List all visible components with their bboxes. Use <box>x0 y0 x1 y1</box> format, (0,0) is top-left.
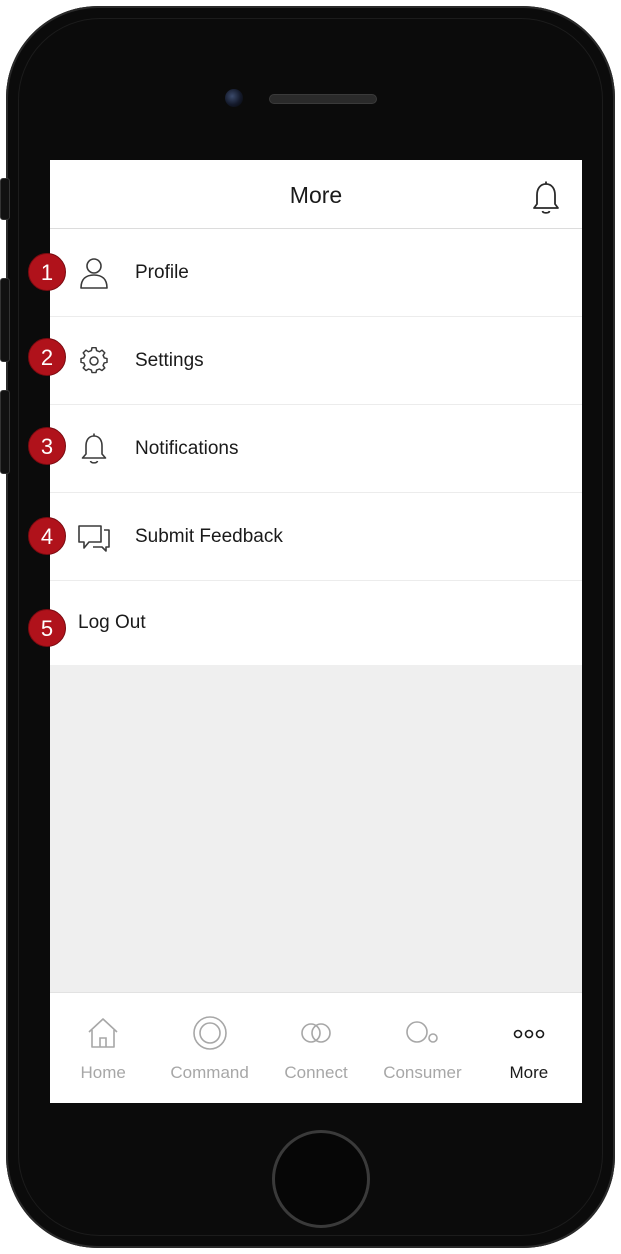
home-hardware-button[interactable] <box>272 1130 370 1228</box>
tab-command[interactable]: Command <box>156 993 262 1103</box>
tab-label: Command <box>170 1063 249 1082</box>
user-icon <box>80 257 108 289</box>
page-title: More <box>289 182 343 208</box>
more-menu: Profile Settings Notifications Submit Fe… <box>50 229 582 665</box>
annotation-badge: 4 <box>28 517 66 555</box>
menu-item-label: Log Out <box>78 612 146 633</box>
menu-item-settings[interactable]: Settings <box>50 317 582 405</box>
tab-label: Connect <box>284 1063 348 1082</box>
tab-label: More <box>509 1063 549 1082</box>
menu-item-notifications[interactable]: Notifications <box>50 405 582 493</box>
volume-down-button <box>0 390 10 474</box>
overlapping-circles-icon <box>301 1023 331 1043</box>
tab-label: Consumer <box>383 1063 462 1082</box>
bell-icon <box>81 433 107 464</box>
tab-connect[interactable]: Connect <box>263 993 369 1103</box>
tab-label: Home <box>80 1063 126 1082</box>
app-screen: More Profile Settings Notifications Subm… <box>50 160 582 1103</box>
annotation-badge: 1 <box>28 253 66 291</box>
dots-icon <box>513 1029 545 1039</box>
tab-more[interactable]: More <box>476 993 582 1103</box>
target-icon <box>192 1016 227 1050</box>
annotation-badge: 5 <box>28 609 66 647</box>
annotation-badge: 3 <box>28 427 66 465</box>
front-camera <box>225 89 243 107</box>
tab-home[interactable]: Home <box>50 993 156 1103</box>
menu-item-submit-feedback[interactable]: Submit Feedback <box>50 493 582 581</box>
mute-switch <box>0 178 10 220</box>
circles-icon <box>406 1021 439 1043</box>
earpiece-speaker <box>269 94 377 104</box>
menu-item-log-out[interactable]: Log Out <box>50 581 582 665</box>
volume-up-button <box>0 278 10 362</box>
tab-consumer[interactable]: Consumer <box>369 993 475 1103</box>
chat-bubbles-icon <box>78 524 110 552</box>
menu-item-profile[interactable]: Profile <box>50 229 582 317</box>
annotation-badge: 2 <box>28 338 66 376</box>
bell-icon[interactable] <box>530 180 562 216</box>
page: More Profile Settings Notifications Subm… <box>0 0 621 1254</box>
gear-icon <box>80 346 108 373</box>
bottom-tab-bar: Home Command Connect Consumer More <box>50 992 582 1103</box>
app-header: More <box>50 160 582 229</box>
menu-item-label: Settings <box>135 349 204 371</box>
home-icon <box>88 1018 118 1048</box>
menu-item-label: Notifications <box>135 437 239 459</box>
menu-item-label: Profile <box>135 261 189 283</box>
menu-item-label: Submit Feedback <box>135 525 283 547</box>
